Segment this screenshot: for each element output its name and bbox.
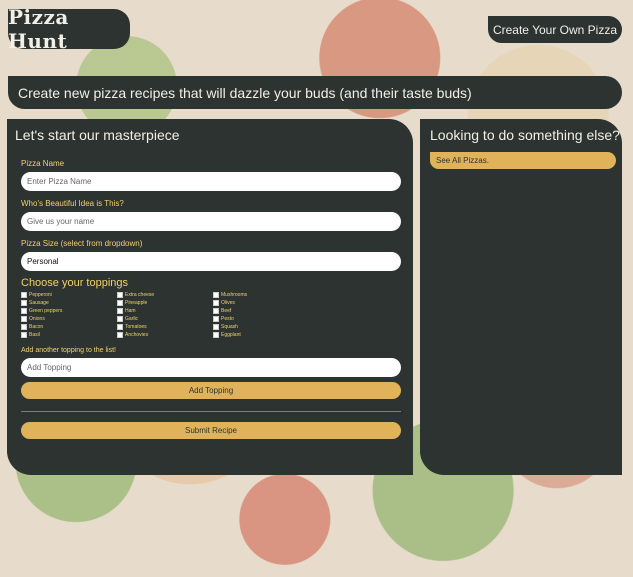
checkbox[interactable] — [117, 292, 123, 298]
topping-label: Pesto — [221, 316, 234, 322]
topping-label: Basil — [29, 332, 40, 338]
divider — [21, 411, 401, 412]
topping-option[interactable]: Squash — [213, 323, 309, 331]
topping-option[interactable]: Bacon — [21, 323, 117, 331]
checkbox[interactable] — [21, 308, 27, 314]
pizza-size-select[interactable]: Personal — [21, 252, 401, 271]
topping-label: Ham — [125, 308, 136, 314]
recipe-form-panel: Let's start our masterpiece Pizza Name E… — [7, 119, 413, 475]
sidebar-title: Looking to do something else? — [430, 127, 620, 143]
tagline: Create new pizza recipes that will dazzl… — [8, 76, 622, 109]
checkbox[interactable] — [213, 316, 219, 322]
topping-option[interactable]: Pesto — [213, 315, 309, 323]
logo[interactable]: Pizza Hunt — [8, 5, 130, 53]
topping-option[interactable]: Basil — [21, 331, 117, 339]
topping-label: Beef — [221, 308, 232, 314]
topping-label: Onions — [29, 316, 45, 322]
sidebar-panel: Looking to do something else? See All Pi… — [420, 119, 622, 475]
topping-label: Pineapple — [125, 300, 148, 306]
checkbox[interactable] — [117, 332, 123, 338]
creator-name-input[interactable]: Give us your name — [21, 212, 401, 231]
see-all-pizzas-link[interactable]: See All Pizzas. — [430, 152, 616, 169]
checkbox[interactable] — [117, 308, 123, 314]
pizza-size-label: Pizza Size (select from dropdown) — [21, 239, 143, 248]
topping-label: Eggplant — [221, 332, 241, 338]
topping-label: Pepperoni — [29, 292, 52, 298]
topping-option[interactable]: Tomatoes — [117, 323, 213, 331]
topping-label: Tomatoes — [125, 324, 147, 330]
add-topping-label: Add another topping to the list! — [21, 347, 116, 354]
checkbox[interactable] — [213, 332, 219, 338]
submit-recipe-button[interactable]: Submit Recipe — [21, 422, 401, 439]
topping-option[interactable]: Anchovies — [117, 331, 213, 339]
pizza-name-input[interactable]: Enter Pizza Name — [21, 172, 401, 191]
topping-label: Garlic — [125, 316, 139, 322]
topping-option[interactable]: Beef — [213, 307, 309, 315]
checkbox[interactable] — [213, 292, 219, 298]
topping-label: Mushrooms — [221, 292, 248, 298]
topping-option[interactable]: Olives — [213, 299, 309, 307]
topping-label: Bacon — [29, 324, 44, 330]
topping-option[interactable]: Green peppers — [21, 307, 117, 315]
topping-option[interactable]: Sausage — [21, 299, 117, 307]
checkbox[interactable] — [213, 300, 219, 306]
checkbox[interactable] — [21, 300, 27, 306]
checkbox[interactable] — [213, 324, 219, 330]
checkbox[interactable] — [213, 308, 219, 314]
form-title: Let's start our masterpiece — [15, 127, 180, 143]
topping-option[interactable]: Garlic — [117, 315, 213, 323]
checkbox[interactable] — [21, 292, 27, 298]
pizza-name-label: Pizza Name — [21, 159, 65, 168]
topping-label: Extra cheese — [125, 292, 155, 298]
topping-option[interactable]: Mushrooms — [213, 291, 309, 299]
add-topping-button[interactable]: Add Topping — [21, 382, 401, 399]
checkbox[interactable] — [117, 316, 123, 322]
topping-option[interactable]: Eggplant — [213, 331, 309, 339]
checkbox[interactable] — [117, 324, 123, 330]
topping-option[interactable]: Extra cheese — [117, 291, 213, 299]
topping-label: Sausage — [29, 300, 49, 306]
topping-option[interactable]: Pineapple — [117, 299, 213, 307]
checkbox[interactable] — [21, 332, 27, 338]
create-pizza-button[interactable]: Create Your Own Pizza — [488, 16, 622, 43]
topping-option[interactable]: Ham — [117, 307, 213, 315]
add-topping-input[interactable]: Add Topping — [21, 358, 401, 377]
topping-option[interactable]: Pepperoni — [21, 291, 117, 299]
topping-label: Olives — [221, 300, 235, 306]
checkbox[interactable] — [117, 300, 123, 306]
topping-option[interactable]: Onions — [21, 315, 117, 323]
topping-label: Green peppers — [29, 308, 63, 314]
topping-label: Squash — [221, 324, 238, 330]
checkbox[interactable] — [21, 316, 27, 322]
toppings-title: Choose your toppings — [21, 277, 129, 289]
toppings-grid: Pepperoni Extra cheese Mushrooms Sausage… — [21, 291, 401, 339]
checkbox[interactable] — [21, 324, 27, 330]
topping-label: Anchovies — [125, 332, 149, 338]
creator-label: Who's Beautiful Idea is This? — [21, 199, 124, 208]
